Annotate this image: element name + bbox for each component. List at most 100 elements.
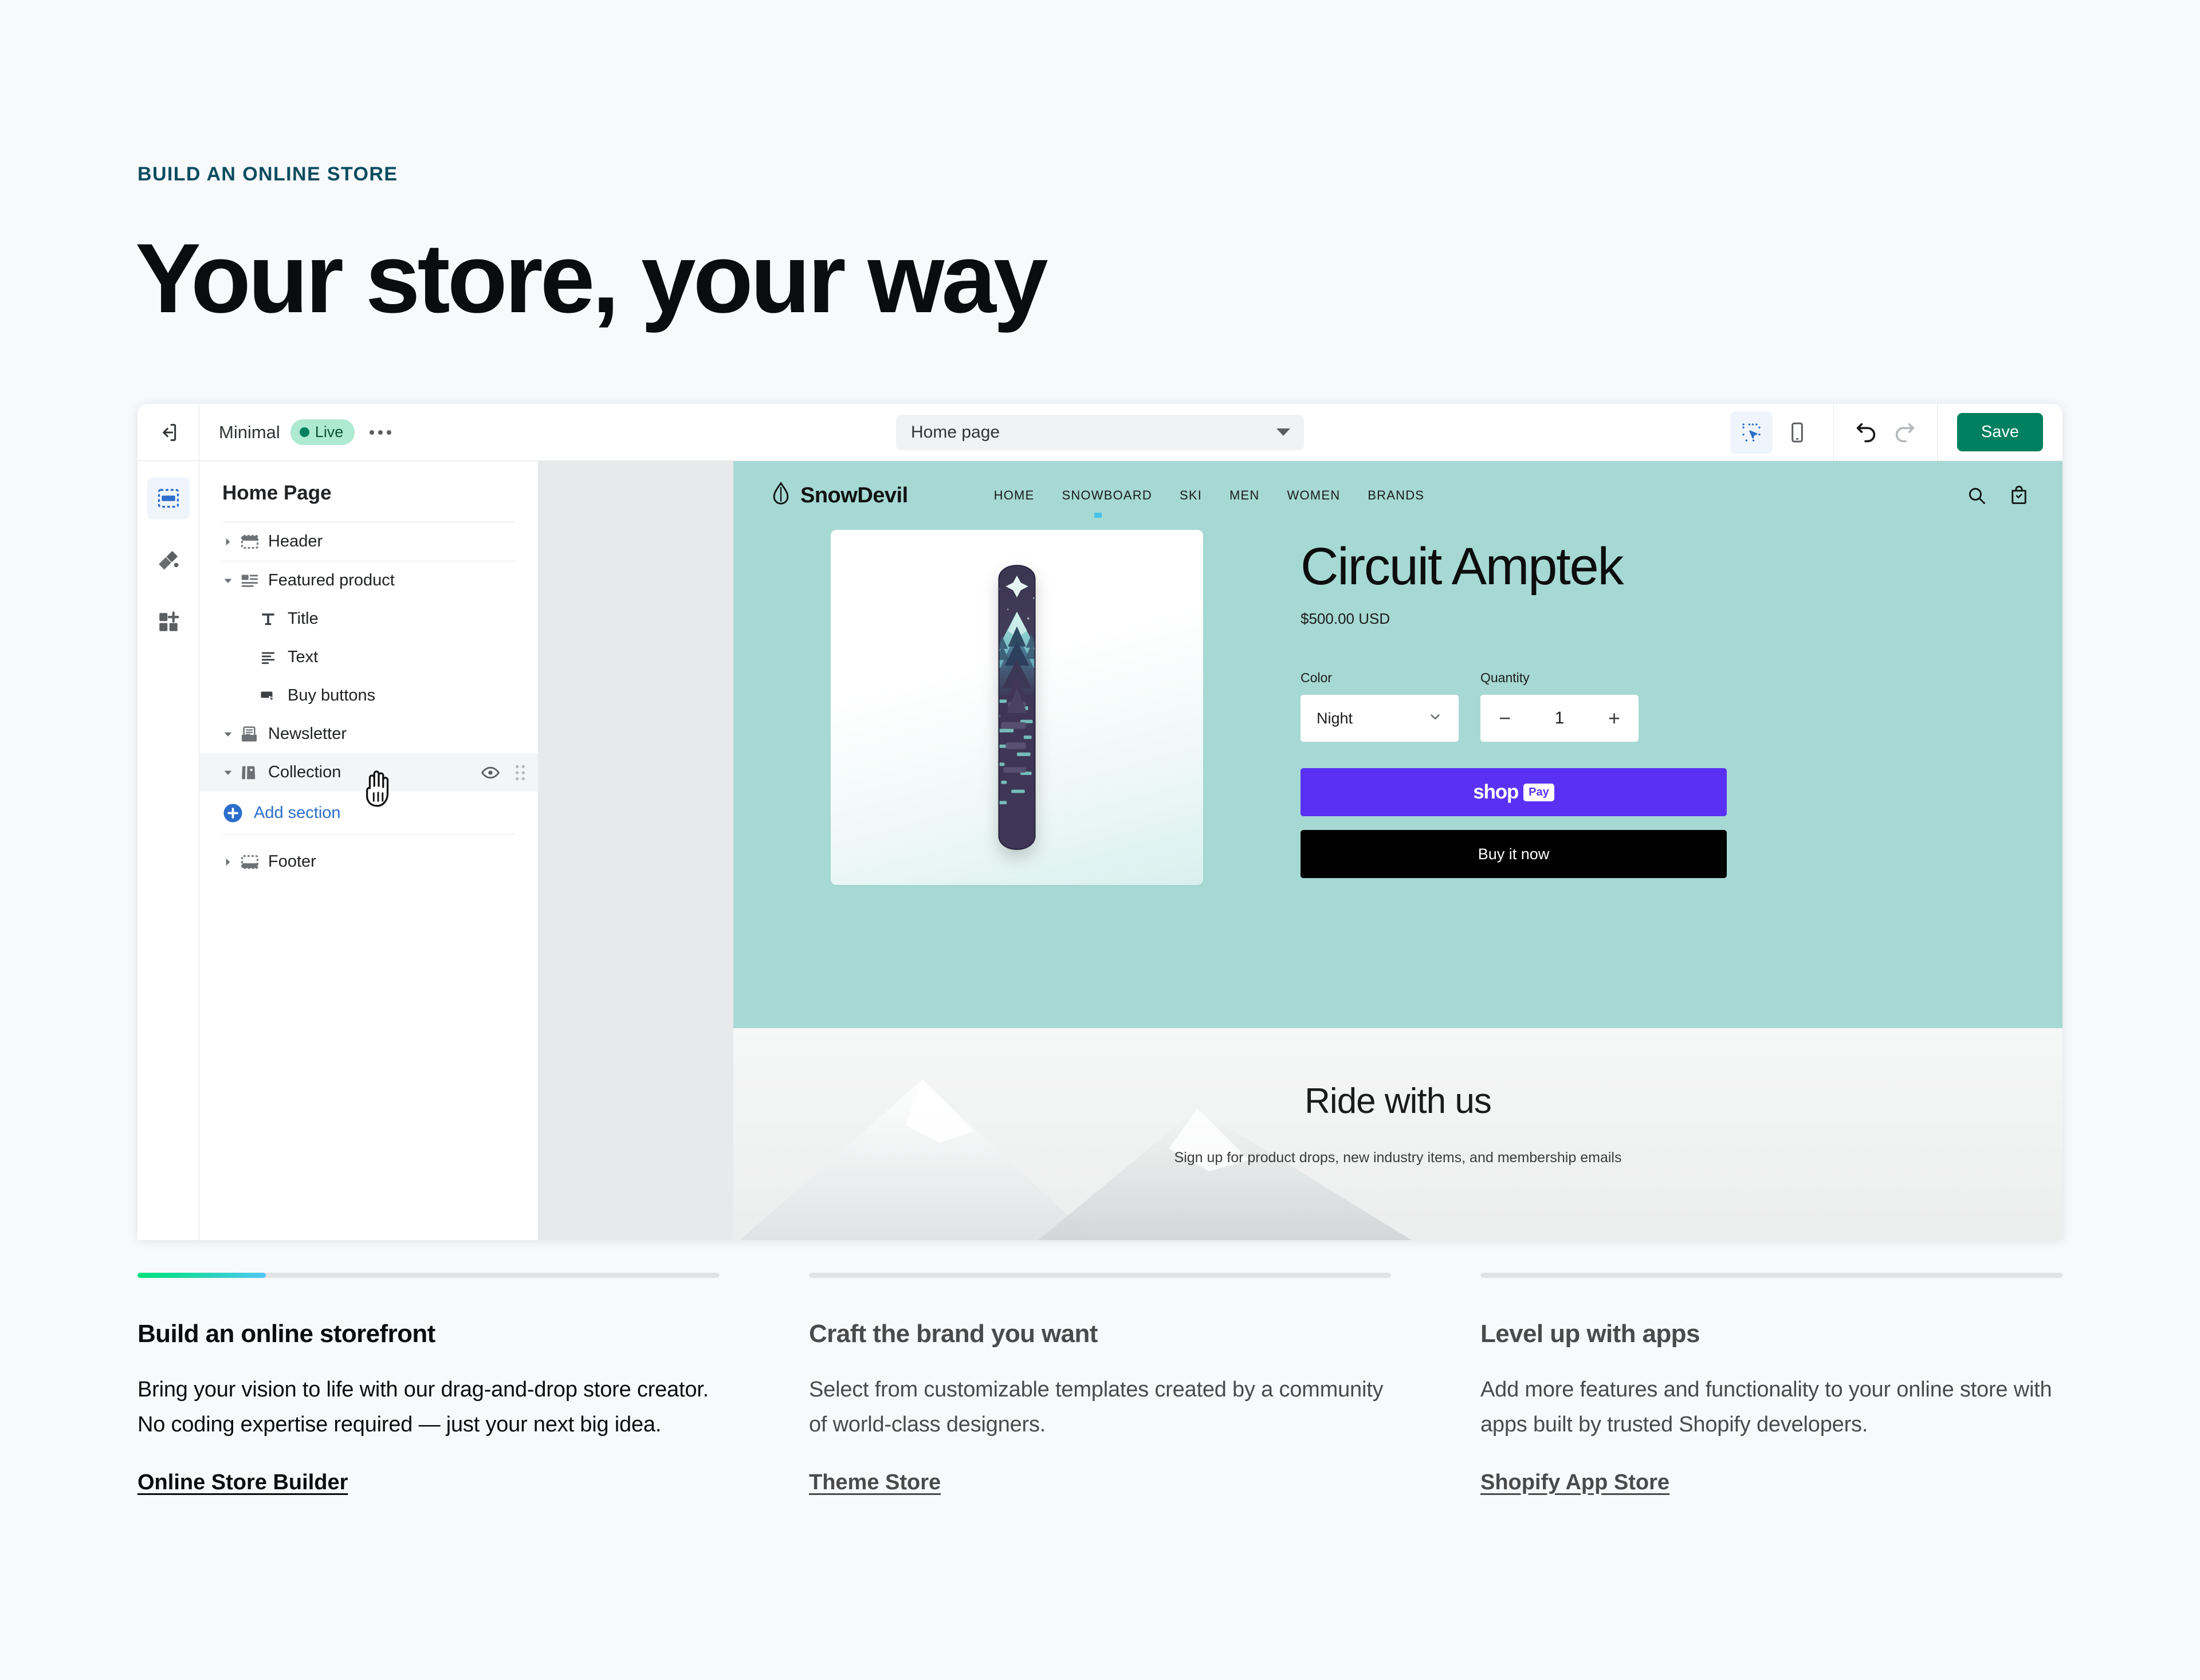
- tree-row-actions: [481, 763, 528, 782]
- progress-fill: [138, 1273, 266, 1278]
- exit-icon: [157, 421, 180, 444]
- save-button[interactable]: Save: [1957, 413, 2043, 451]
- rail-sections-button[interactable]: [147, 477, 190, 520]
- shop-pay-chip: Pay: [1523, 783, 1554, 801]
- column-link-online-store-builder[interactable]: Online Store Builder: [138, 1470, 348, 1495]
- mobile-view-button[interactable]: [1776, 411, 1818, 454]
- tree-row-title[interactable]: Title: [199, 600, 538, 638]
- column-link-theme-store[interactable]: Theme Store: [809, 1470, 941, 1495]
- storefront-hero: SnowDevil HOME SNOWBOARD SKI MEN WOMEN B…: [733, 461, 2062, 1028]
- snowboard-image: [983, 564, 1051, 851]
- theme-more-button[interactable]: [365, 430, 396, 435]
- footer-block-icon: [239, 852, 268, 872]
- eye-icon[interactable]: [481, 763, 500, 782]
- column-link-shopify-app-store[interactable]: Shopify App Store: [1480, 1470, 1669, 1495]
- product-options: Color Night Quantity − 1 +: [1301, 670, 1727, 742]
- plus-circle-icon: [222, 802, 243, 824]
- text-title-icon: [259, 610, 288, 628]
- shop-pay-button[interactable]: shop Pay: [1301, 768, 1727, 816]
- redo-button[interactable]: [1891, 419, 1918, 446]
- tree-row-buy-buttons[interactable]: Buy buttons: [199, 676, 538, 715]
- chevron-down-icon[interactable]: [222, 729, 239, 740]
- nav-link-ski[interactable]: SKI: [1180, 488, 1202, 503]
- feature-column-apps: Level up with apps Add more features and…: [1480, 1273, 2062, 1495]
- page-selector[interactable]: Home page: [896, 414, 1304, 450]
- quantity-stepper[interactable]: − 1 +: [1480, 695, 1639, 742]
- status-badge-label: Live: [315, 423, 344, 440]
- column-body: Add more features and functionality to y…: [1480, 1377, 2052, 1437]
- exit-editor-button[interactable]: [138, 404, 199, 461]
- history-group: [1833, 404, 1938, 461]
- nav-link-brands[interactable]: BRANDS: [1368, 488, 1424, 503]
- quantity-increment-button[interactable]: +: [1608, 708, 1620, 729]
- featured-product-block: Circuit Amptek $500.00 USD Color Night Q…: [733, 530, 2062, 885]
- chevron-down-icon[interactable]: [222, 575, 239, 587]
- cart-icon[interactable]: [2009, 485, 2029, 506]
- featured-product-icon: [239, 571, 268, 591]
- nav-link-home[interactable]: HOME: [994, 488, 1035, 503]
- chevron-right-icon[interactable]: [222, 856, 239, 868]
- live-dot-icon: [299, 427, 309, 437]
- product-image-card: [831, 530, 1203, 885]
- storefront-brand-name: SnowDevil: [800, 483, 908, 507]
- text-lines-icon: [259, 648, 288, 667]
- header-block-icon: [239, 532, 268, 552]
- rail-theme-settings-button[interactable]: [147, 539, 190, 581]
- rail-apps-button[interactable]: [147, 601, 190, 643]
- tree-row-featured-product[interactable]: Featured product: [199, 561, 538, 600]
- column-heading: Build an online storefront: [138, 1320, 435, 1348]
- column-body: Bring your vision to life with our drag-…: [138, 1377, 709, 1437]
- nav-link-snowboard[interactable]: SNOWBOARD: [1062, 488, 1152, 518]
- column-body: Select from customizable templates creat…: [809, 1377, 1384, 1437]
- desktop-view-button[interactable]: [1730, 411, 1773, 454]
- ellipsis-icon: [378, 430, 383, 435]
- eyebrow-label: BUILD AN ONLINE STORE: [138, 163, 398, 185]
- column-heading: Level up with apps: [1480, 1320, 1700, 1348]
- chevron-down-icon: [1276, 428, 1290, 436]
- hand-cursor-icon: [361, 766, 396, 811]
- chevron-down-icon: [1428, 709, 1443, 728]
- theme-name: Minimal: [219, 422, 280, 442]
- product-info: Circuit Amptek $500.00 USD Color Night Q…: [1203, 530, 1727, 885]
- search-icon[interactable]: [1966, 485, 1987, 506]
- nav-link-men[interactable]: MEN: [1229, 488, 1260, 503]
- nav-link-women[interactable]: WOMEN: [1287, 488, 1341, 503]
- progress-track: [809, 1273, 1391, 1278]
- tree-row-collection[interactable]: Collection: [199, 753, 538, 807]
- tree-row-text[interactable]: Text: [199, 638, 538, 676]
- editor-topbar-right: Save: [1715, 404, 2062, 461]
- product-title: Circuit Amptek: [1301, 537, 1624, 596]
- feature-columns: Build an online storefront Bring your vi…: [138, 1273, 2062, 1495]
- tree-row-label: Text: [288, 648, 319, 666]
- chevron-down-icon[interactable]: [222, 767, 239, 778]
- editor-topbar: Minimal Live Home page Save: [138, 404, 2062, 461]
- drag-handle-icon[interactable]: [513, 764, 528, 782]
- color-select[interactable]: Night: [1301, 695, 1459, 742]
- feature-column-storefront: Build an online storefront Bring your vi…: [138, 1273, 720, 1495]
- tree-row-label: Title: [288, 609, 319, 628]
- newsletter-icon: [239, 725, 268, 744]
- storefront-preview: SnowDevil HOME SNOWBOARD SKI MEN WOMEN B…: [733, 461, 2062, 1240]
- ellipsis-icon: [370, 430, 375, 435]
- storefront-nav-links: HOME SNOWBOARD SKI MEN WOMEN BRANDS: [994, 488, 1425, 518]
- tree-row-label: Buy buttons: [288, 686, 376, 705]
- tree-row-footer[interactable]: Footer: [199, 843, 538, 881]
- tree-title: Home Page: [222, 482, 332, 504]
- save-zone: Save: [1938, 413, 2062, 451]
- feature-column-brand: Craft the brand you want Select from cus…: [809, 1273, 1391, 1495]
- buy-it-now-button[interactable]: Buy it now: [1301, 830, 1727, 878]
- theme-info: Minimal Live: [199, 419, 396, 445]
- undo-button[interactable]: [1853, 419, 1880, 446]
- section-tree-panel: Home Page Header Featured product Title …: [199, 461, 539, 1240]
- quantity-option: Quantity − 1 +: [1480, 670, 1639, 742]
- tree-row-header[interactable]: Header: [199, 522, 538, 561]
- chevron-right-icon[interactable]: [222, 536, 239, 548]
- theme-editor-window: Minimal Live Home page Save Home Page He…: [138, 404, 2062, 1240]
- storefront-logo[interactable]: SnowDevil: [771, 481, 908, 510]
- color-option: Color Night: [1301, 670, 1459, 742]
- add-section-label: Add section: [254, 803, 341, 822]
- tree-row-label: Header: [268, 532, 323, 550]
- quantity-decrement-button[interactable]: −: [1499, 708, 1511, 729]
- product-price: $500.00 USD: [1301, 610, 1390, 627]
- tree-row-newsletter[interactable]: Newsletter: [199, 715, 538, 753]
